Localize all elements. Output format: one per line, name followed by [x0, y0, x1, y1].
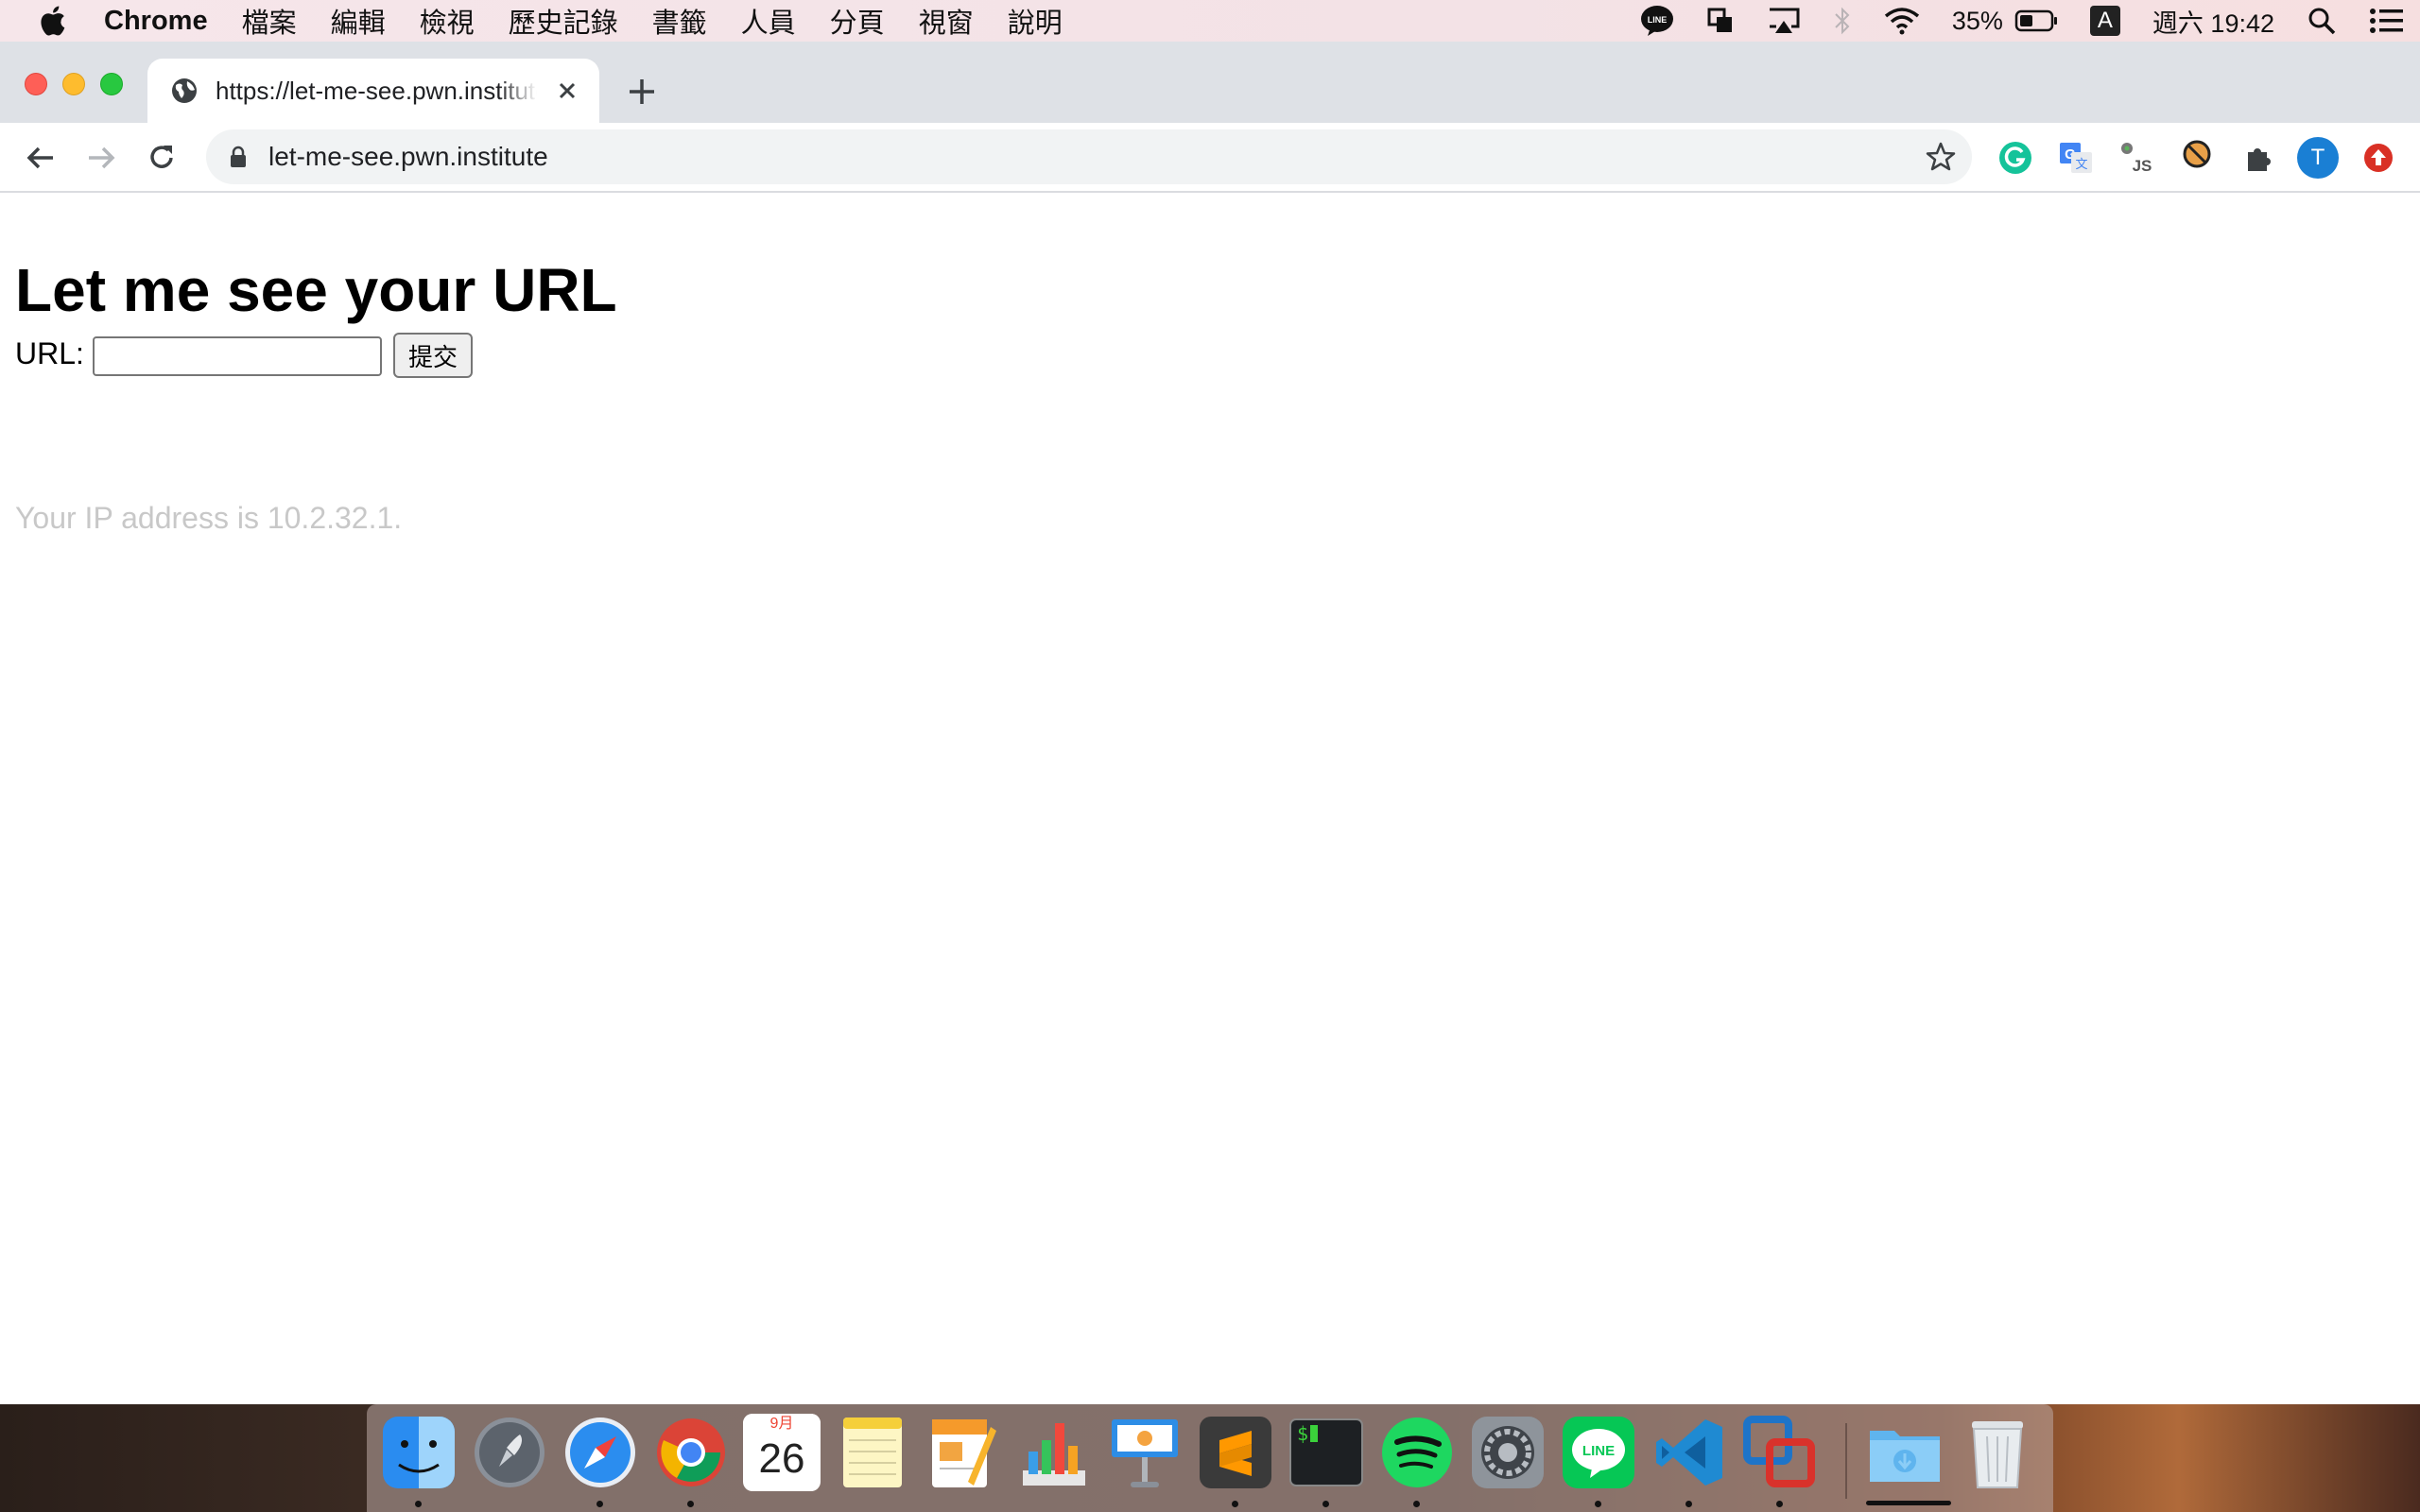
reload-icon[interactable]	[144, 140, 180, 176]
profile-avatar[interactable]: T	[2297, 137, 2339, 179]
finder-running-dot	[415, 1501, 422, 1507]
bluetooth-icon[interactable]	[1833, 6, 1852, 36]
terminal-app-icon[interactable]: $	[1288, 1414, 1365, 1491]
launchpad-app-icon[interactable]	[471, 1414, 548, 1491]
chrome-running-dot	[687, 1501, 694, 1507]
url-label: URL:	[15, 336, 84, 370]
svg-text:JS: JS	[2133, 157, 2152, 175]
submit-button[interactable]: 提交	[393, 333, 473, 378]
safari-running-dot	[596, 1501, 603, 1507]
svg-text:$: $	[1297, 1422, 1308, 1445]
new-tab-plus-icon[interactable]	[626, 76, 658, 108]
sublime-text-app-icon[interactable]	[1197, 1414, 1274, 1491]
menu-bookmarks[interactable]: 書籤	[652, 1, 707, 41]
lock-icon[interactable]	[229, 146, 248, 168]
calendar-day: 26	[758, 1435, 805, 1482]
back-arrow-icon[interactable]	[23, 140, 59, 176]
screen-mirror-icon[interactable]	[1706, 7, 1735, 35]
vmware-fusion-app-icon[interactable]	[1741, 1414, 1819, 1491]
block-extension-icon[interactable]	[2178, 139, 2216, 177]
chrome-window: https://let-me-see.pwn.institute let-me-…	[0, 42, 2420, 1404]
system-preferences-app-icon[interactable]	[1469, 1414, 1547, 1491]
web-page-content: Let me see your URL URL: 提交 Your IP addr…	[0, 193, 2420, 1404]
tab-close-icon[interactable]	[556, 79, 579, 102]
airplay-icon[interactable]	[1767, 7, 1801, 35]
extensions-puzzle-icon[interactable]	[2240, 139, 2278, 177]
spotify-running-dot	[1413, 1501, 1420, 1507]
menu-window[interactable]: 視窗	[919, 1, 974, 41]
dock-separator	[1845, 1423, 1847, 1499]
wifi-icon[interactable]	[1884, 7, 1920, 35]
vscode-running-dot	[1685, 1501, 1692, 1507]
update-arrow-icon[interactable]	[2360, 139, 2397, 177]
vmware-running-dot	[1776, 1501, 1783, 1507]
trash-icon[interactable]	[1959, 1414, 2036, 1491]
active-tab[interactable]: https://let-me-see.pwn.institute	[147, 59, 599, 123]
svg-text:文: 文	[2075, 158, 2087, 172]
omnibox[interactable]: let-me-see.pwn.institute	[206, 129, 1972, 184]
page-heading: Let me see your URL	[15, 256, 617, 324]
battery-icon[interactable]	[2014, 9, 2058, 33]
menu-people[interactable]: 人員	[741, 1, 796, 41]
globe-icon	[172, 78, 197, 103]
menu-history[interactable]: 歷史記錄	[509, 1, 618, 41]
downloads-folder-icon[interactable]	[1866, 1414, 1944, 1491]
grammarly-extension-icon[interactable]	[1996, 139, 2034, 177]
js-extension-icon[interactable]: JS	[2118, 139, 2155, 177]
address-bar-url[interactable]: let-me-see.pwn.institute	[268, 142, 548, 172]
forward-arrow-icon[interactable]	[83, 140, 119, 176]
menu-bar: Chrome 檔案 編輯 檢視 歷史記錄 書籤 人員 分頁 視窗 說明 LINE…	[0, 0, 2420, 42]
finder-app-icon[interactable]	[380, 1414, 458, 1491]
menu-tab[interactable]: 分頁	[830, 1, 885, 41]
window-minimize-button[interactable]	[62, 73, 85, 95]
google-translate-extension-icon[interactable]: G 文	[2057, 139, 2095, 177]
tab-strip: https://let-me-see.pwn.institute	[0, 42, 2420, 123]
calendar-month: 9月	[743, 1414, 821, 1435]
menu-file[interactable]: 檔案	[242, 1, 297, 41]
downloads-stack-indicator	[1866, 1501, 1951, 1505]
ip-address-text: Your IP address is 10.2.32.1.	[15, 501, 403, 535]
svg-text:LINE: LINE	[1648, 15, 1668, 25]
safari-app-icon[interactable]	[562, 1414, 639, 1491]
line-running-dot	[1595, 1501, 1601, 1507]
menubar-clock[interactable]: 週六 19:42	[2152, 3, 2274, 40]
keynote-app-icon[interactable]	[1106, 1414, 1184, 1491]
svg-text:LINE: LINE	[1582, 1443, 1615, 1459]
numbers-app-icon[interactable]	[1015, 1414, 1093, 1491]
tab-title: https://let-me-see.pwn.institute	[216, 76, 537, 105]
window-zoom-button[interactable]	[100, 73, 123, 95]
browser-toolbar: let-me-see.pwn.institute G 文 JS T	[0, 123, 2420, 193]
battery-percent: 35%	[1951, 6, 2003, 35]
menu-edit[interactable]: 編輯	[331, 1, 386, 41]
terminal-running-dot	[1322, 1501, 1329, 1507]
vscode-app-icon[interactable]	[1651, 1414, 1728, 1491]
app-menu-chrome[interactable]: Chrome	[104, 6, 208, 37]
menu-view[interactable]: 檢視	[420, 1, 475, 41]
line-status-icon[interactable]: LINE	[1640, 5, 1674, 37]
line-app-icon[interactable]: LINE	[1560, 1414, 1637, 1491]
spotify-app-icon[interactable]	[1378, 1414, 1456, 1491]
pages-app-icon[interactable]	[925, 1414, 1002, 1491]
sublime-running-dot	[1232, 1501, 1238, 1507]
notification-center-icon[interactable]	[2369, 8, 2405, 34]
window-close-button[interactable]	[25, 73, 47, 95]
url-input[interactable]	[93, 336, 382, 376]
spotlight-search-icon[interactable]	[2307, 6, 2337, 36]
calendar-app-icon[interactable]: 9月 26	[743, 1414, 821, 1491]
chrome-app-icon[interactable]	[652, 1414, 730, 1491]
input-method-icon[interactable]: A	[2089, 6, 2120, 36]
bookmark-star-icon[interactable]	[1925, 141, 1957, 173]
notes-app-icon[interactable]	[834, 1414, 911, 1491]
menu-help[interactable]: 說明	[1008, 1, 1063, 41]
apple-menu-icon[interactable]	[38, 5, 66, 37]
dock: 9月 26 $ LINE	[367, 1404, 2053, 1512]
